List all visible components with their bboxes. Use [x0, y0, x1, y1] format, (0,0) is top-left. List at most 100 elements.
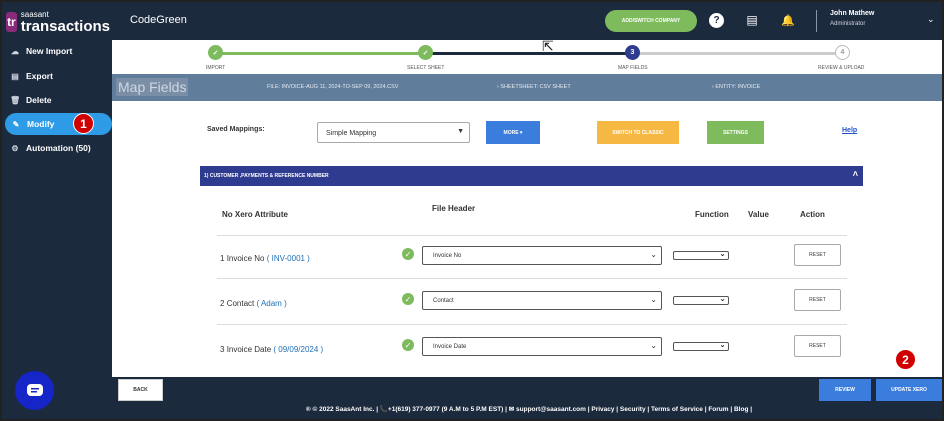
top-bar: CodeGreen ADD/SWITCH COMPANY ? ▤ 🔔 John …: [112, 2, 942, 40]
chevron-down-icon: ⌄: [719, 294, 726, 303]
chevron-down-icon: ⌄: [650, 250, 657, 259]
sidebar-item-label: New Import: [26, 46, 73, 56]
step-line: [639, 52, 839, 55]
step-current: 3: [625, 45, 640, 60]
app-window: tr saasant transactions ☁ New Import ▤ E…: [0, 0, 944, 421]
chevron-down-icon: ⌄: [650, 341, 657, 350]
sidebar: tr saasant transactions ☁ New Import ▤ E…: [2, 2, 112, 419]
sidebar-item-label: Automation (50): [26, 143, 91, 153]
sidebar-item-export[interactable]: ▤ Export: [2, 65, 112, 87]
back-button[interactable]: BACK: [118, 379, 163, 401]
user-role: Administrator: [830, 21, 866, 27]
check-icon: ✓: [402, 248, 414, 260]
column-header-action: Action: [800, 210, 825, 219]
step-line: [222, 52, 425, 55]
column-header-file-header: File Header: [432, 204, 476, 213]
file-header-select[interactable]: Contact ⌄: [422, 291, 662, 310]
user-name: John Mathew: [830, 10, 875, 17]
saved-mappings-label: Saved Mappings:: [207, 126, 265, 133]
step-done-icon: ✓: [208, 45, 223, 60]
sheet-label: SHEETSHEET:: [500, 84, 538, 90]
check-icon: ✓: [402, 339, 414, 351]
file-header-select[interactable]: Invoice Date ⌄: [422, 337, 662, 356]
chevron-down-icon: ⌄: [719, 249, 726, 258]
table-row: 3 Invoice Date ( 09/09/2024 ) ✓ Invoice …: [217, 327, 847, 371]
reset-button[interactable]: RESET: [794, 244, 841, 266]
section-title: 1) CUSTOMER ,PAYMENTS & REFERENCE NUMBER: [204, 173, 329, 179]
step-label: REVIEW & UPLOAD: [818, 65, 865, 71]
step-label: IMPORT: [206, 65, 226, 71]
function-select[interactable]: ⌄: [673, 249, 729, 260]
annotation-badge-1: 1: [73, 113, 94, 134]
sidebar-item-delete[interactable]: 🗑 Delete: [2, 89, 112, 111]
map-fields-bar: Map Fields FILE: INVOICE-AUG 11, 2024-TO…: [112, 74, 942, 101]
chat-launcher-button[interactable]: [15, 371, 54, 410]
saved-mappings-value: Simple Mapping: [326, 130, 377, 137]
mouse-cursor-icon: ⇱: [542, 38, 554, 54]
reset-button[interactable]: RESET: [794, 289, 841, 311]
cloud-upload-icon: ☁: [11, 46, 19, 56]
help-icon[interactable]: ?: [709, 13, 724, 28]
logo-mark: tr: [6, 12, 17, 32]
chat-icon: [26, 383, 43, 396]
sheet-info: › SHEETSHEET: CSV SHEET: [497, 84, 571, 90]
row-attribute: 2 Contact ( Adam ): [220, 299, 287, 308]
gears-icon: ⚙: [11, 143, 19, 153]
annotation-badge-2: 2: [895, 349, 916, 370]
step-todo: 4: [835, 45, 850, 60]
row-attribute: 1 Invoice No ( INV-0001 ): [220, 254, 310, 263]
edit-icon: ✎: [12, 119, 20, 129]
step-done-icon: ✓: [418, 45, 433, 60]
page-title: Map Fields: [116, 78, 189, 96]
update-xero-button[interactable]: UPDATE XERO: [876, 379, 942, 401]
chevron-down-icon[interactable]: ⌄: [927, 14, 935, 25]
step-label: MAP FIELDS: [618, 65, 648, 71]
footer-links: ® © 2022 SaasAnt Inc. | 📞+1(619) 377-097…: [305, 406, 753, 413]
check-icon: ✓: [402, 293, 414, 305]
entity-value: ENTITY: INVOICE: [715, 84, 761, 90]
chevron-down-icon: ⌄: [650, 295, 657, 304]
sidebar-item-label: Export: [26, 71, 53, 81]
chevron-up-icon[interactable]: ˄: [853, 169, 858, 179]
progress-stepper: ✓ ✓ 3 4 IMPORT SELECT SHEET MAP FIELDS R…: [112, 40, 942, 74]
divider: [816, 10, 817, 32]
column-header-value: Value: [748, 210, 769, 219]
sidebar-item-label: Delete: [26, 95, 52, 105]
caret-down-icon: ▼: [457, 128, 464, 135]
switch-to-classic-button[interactable]: SWITCH TO CLASSIC: [597, 121, 679, 144]
logo-big-text: transactions: [20, 17, 110, 35]
column-header-function: Function: [695, 210, 729, 219]
bell-icon[interactable]: 🔔: [781, 12, 795, 28]
settings-button[interactable]: SETTINGS: [707, 121, 764, 144]
step-line: [432, 52, 632, 55]
table-row: 1 Invoice No ( INV-0001 ) ✓ Invoice No ⌄ …: [217, 235, 847, 279]
column-header-no-attribute: No Xero Attribute: [222, 210, 288, 219]
footer-bar: BACK REVIEW UPDATE XERO ® © 2022 SaasAnt…: [112, 377, 942, 419]
table-row: 2 Contact ( Adam ) ✓ Contact ⌄ ⌄ RESET: [217, 281, 847, 325]
document-icon[interactable]: ▤: [745, 12, 759, 28]
chevron-down-icon: ⌄: [719, 340, 726, 349]
file-info: FILE: INVOICE-AUG 11, 2024-TO-SEP 09, 20…: [267, 84, 399, 90]
function-select[interactable]: ⌄: [673, 340, 729, 351]
export-icon: ▤: [11, 71, 19, 81]
sidebar-item-automation[interactable]: ⚙ Automation (50): [2, 137, 112, 159]
function-select[interactable]: ⌄: [673, 294, 729, 305]
more-button[interactable]: MORE ▾: [486, 121, 540, 144]
step-label: SELECT SHEET: [407, 65, 445, 71]
review-button[interactable]: REVIEW: [819, 379, 871, 401]
entity-info: › ENTITY: INVOICE: [712, 84, 761, 90]
sheet-value: CSV SHEET: [539, 84, 571, 90]
sidebar-item-new-import[interactable]: ☁ New Import: [2, 40, 112, 62]
trash-icon: 🗑: [10, 95, 21, 105]
section-header[interactable]: 1) CUSTOMER ,PAYMENTS & REFERENCE NUMBER…: [200, 166, 863, 186]
company-name: CodeGreen: [130, 14, 187, 26]
add-switch-company-button[interactable]: ADD/SWITCH COMPANY: [605, 10, 697, 32]
saved-mappings-select[interactable]: Simple Mapping ▼: [317, 122, 470, 143]
sidebar-item-modify[interactable]: ✎ Modify: [5, 113, 112, 135]
sidebar-item-label: Modify: [27, 119, 55, 129]
help-link[interactable]: Help: [842, 127, 857, 134]
row-attribute: 3 Invoice Date ( 09/09/2024 ): [220, 345, 324, 354]
brand-logo[interactable]: tr saasant transactions: [6, 10, 110, 34]
file-header-select[interactable]: Invoice No ⌄: [422, 246, 662, 265]
reset-button[interactable]: RESET: [794, 335, 841, 357]
